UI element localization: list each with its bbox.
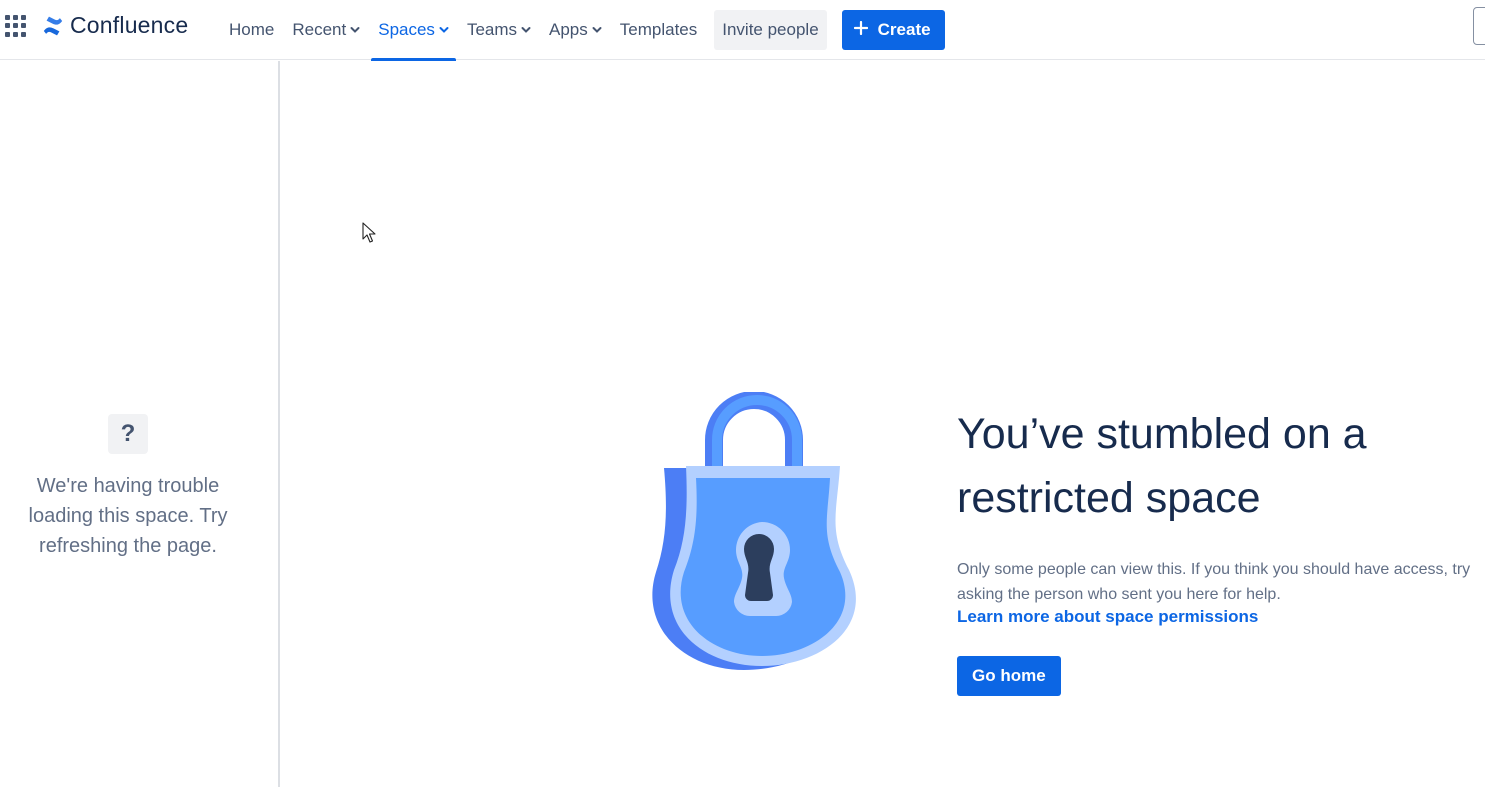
chevron-down-icon bbox=[350, 25, 360, 35]
main-nav: Home Recent Spaces Teams Apps Templates … bbox=[220, 0, 945, 61]
chevron-down-icon bbox=[439, 25, 449, 35]
nav-recent[interactable]: Recent bbox=[283, 0, 369, 60]
go-home-button[interactable]: Go home bbox=[957, 656, 1061, 696]
invite-people-label: Invite people bbox=[722, 20, 819, 39]
nav-teams-label: Teams bbox=[466, 20, 518, 39]
nav-spaces-label: Spaces bbox=[378, 20, 435, 39]
nav-templates[interactable]: Templates bbox=[611, 0, 706, 60]
confluence-logo[interactable]: Confluence bbox=[42, 12, 188, 39]
plus-icon bbox=[853, 20, 868, 40]
nav-spaces[interactable]: Spaces bbox=[369, 0, 458, 61]
question-mark-icon: ? bbox=[108, 414, 148, 454]
learn-more-link[interactable]: Learn more about space permissions bbox=[957, 607, 1258, 627]
space-sidebar: ? We're having trouble loading this spac… bbox=[0, 61, 280, 787]
create-button[interactable]: Create bbox=[841, 10, 945, 50]
nav-apps-label: Apps bbox=[549, 20, 588, 39]
invite-people-button[interactable]: Invite people bbox=[714, 10, 827, 50]
nav-apps[interactable]: Apps bbox=[540, 0, 611, 60]
search-box-edge[interactable] bbox=[1473, 7, 1485, 45]
create-label: Create bbox=[877, 20, 931, 39]
padlock-illustration bbox=[644, 391, 860, 672]
nav-templates-label: Templates bbox=[619, 20, 698, 39]
nav-recent-label: Recent bbox=[292, 20, 347, 39]
app-switcher-icon[interactable] bbox=[5, 15, 27, 37]
lock-icon bbox=[652, 391, 856, 670]
restricted-description: Only some people can view this. If you t… bbox=[957, 561, 1471, 603]
nav-home-label: Home bbox=[229, 20, 275, 39]
top-navigation: Confluence Home Recent Spaces Teams Apps bbox=[0, 0, 1485, 61]
app-name: Confluence bbox=[70, 12, 189, 38]
chevron-down-icon bbox=[592, 25, 602, 35]
sidebar-error-message: We're having trouble loading this space.… bbox=[28, 475, 228, 557]
nav-teams[interactable]: Teams bbox=[458, 0, 540, 60]
confluence-logo-icon bbox=[43, 16, 63, 35]
page-title: You’ve stumbled on a restricted space bbox=[957, 410, 1367, 522]
nav-home[interactable]: Home bbox=[220, 0, 283, 60]
go-home-label: Go home bbox=[972, 666, 1046, 685]
mouse-cursor-icon bbox=[362, 222, 376, 249]
chevron-down-icon bbox=[521, 25, 531, 35]
